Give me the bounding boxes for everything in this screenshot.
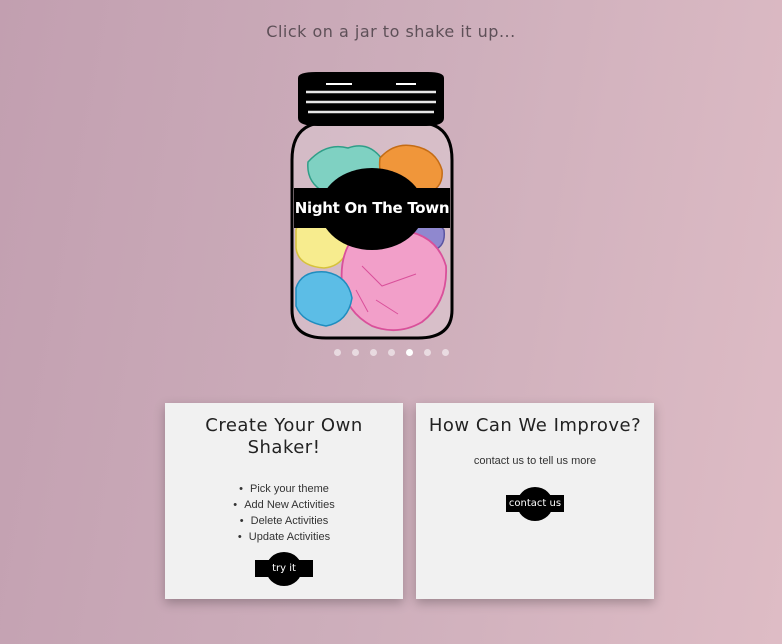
feature-list: Pick your theme Add New Activities Delet… [165,481,403,545]
carousel-dot-active[interactable] [406,349,413,356]
improve-text: contact us to tell us more [473,455,597,467]
try-it-label: try it [272,563,296,574]
carousel-dots [0,349,782,356]
contact-us-label: contact us [508,498,562,509]
jar-label: Night On The Town [294,188,450,228]
contact-us-button[interactable]: contact us [506,495,564,512]
carousel-dot[interactable] [442,349,449,356]
try-it-button[interactable]: try it [255,560,313,577]
list-item: Pick your theme [165,481,403,497]
page-instruction: Click on a jar to shake it up... [266,22,516,41]
list-item: Update Activities [165,529,403,545]
carousel-dot[interactable] [370,349,377,356]
carousel-dot[interactable] [334,349,341,356]
list-item: Delete Activities [165,513,403,529]
carousel-dot[interactable] [352,349,359,356]
improve-card: How Can We Improve? contact us to tell u… [416,403,654,599]
improve-title: How Can We Improve? [428,415,642,436]
create-shaker-card: Create Your Own Shaker! Pick your theme … [165,403,403,599]
carousel-dot[interactable] [424,349,431,356]
list-item: Add New Activities [165,497,403,513]
carousel-dot[interactable] [388,349,395,356]
create-shaker-title: Create Your Own Shaker! [205,415,363,458]
jar-button[interactable]: Night On The Town [286,70,458,345]
